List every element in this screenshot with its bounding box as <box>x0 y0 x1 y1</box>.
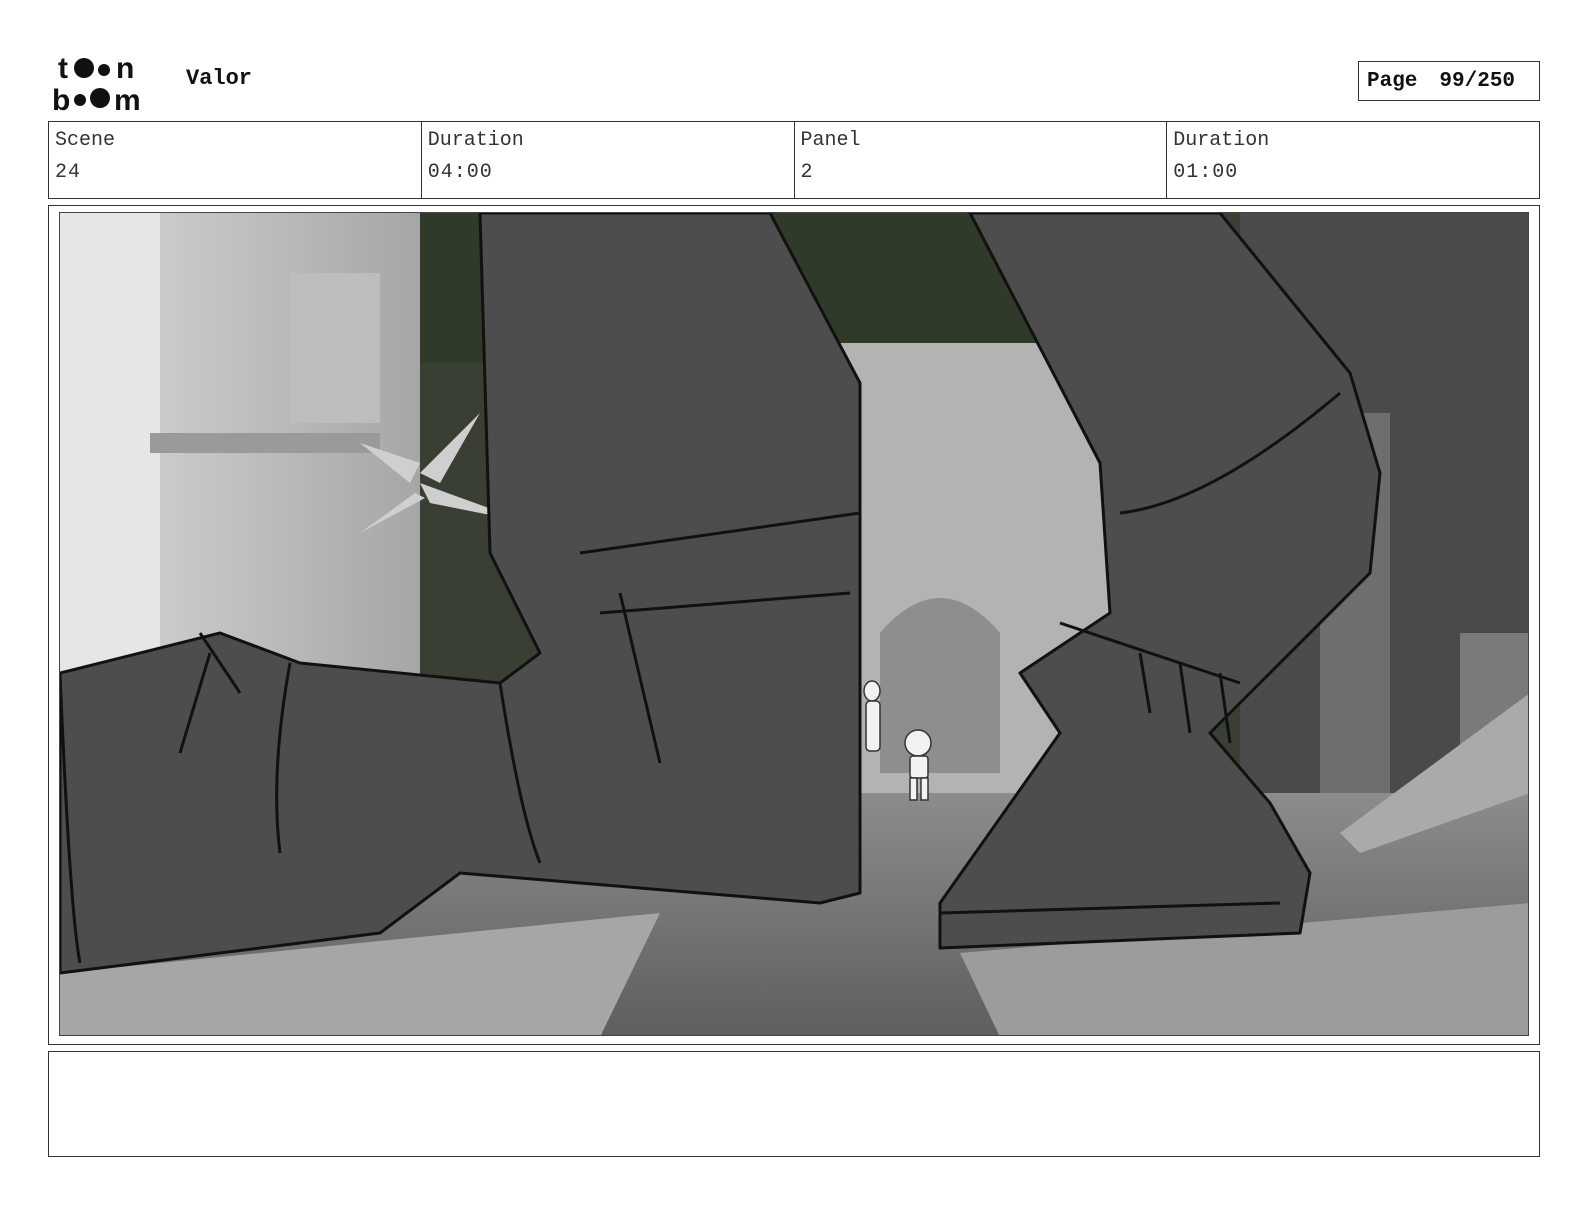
svg-text:n: n <box>116 52 134 85</box>
panel-frame <box>48 205 1540 1045</box>
project-title: Valor <box>186 66 253 91</box>
panel-cell: Panel 2 <box>795 122 1168 198</box>
scene-label: Scene <box>55 129 116 152</box>
scene-duration-cell: Duration 04:00 <box>422 122 795 198</box>
scene-info-table: Scene 24 Duration 04:00 Panel 2 Duration… <box>48 121 1540 199</box>
panel-value: 2 <box>800 161 814 184</box>
panel-notes <box>48 1051 1540 1157</box>
panel-duration-value: 01:00 <box>1173 161 1239 184</box>
svg-text:b: b <box>52 84 70 114</box>
scene-cell: Scene 24 <box>49 122 422 198</box>
page-label: Page <box>1367 69 1418 93</box>
scene-duration-label: Duration <box>427 129 524 152</box>
page-indicator: Page 99/250 <box>1358 61 1540 101</box>
panel-duration-label: Duration <box>1173 129 1270 152</box>
panel-label: Panel <box>800 129 861 152</box>
scene-value: 24 <box>55 161 82 184</box>
scene-duration-value: 04:00 <box>427 161 493 184</box>
toon-boom-logo: t n b m <box>52 50 164 117</box>
storyboard-sketch-icon <box>60 213 1528 1035</box>
svg-text:t: t <box>58 52 68 85</box>
svg-text:m: m <box>114 84 141 114</box>
page-number: 99/250 <box>1439 69 1516 93</box>
storyboard-image <box>59 212 1529 1036</box>
panel-duration-cell: Duration 01:00 <box>1167 122 1539 198</box>
